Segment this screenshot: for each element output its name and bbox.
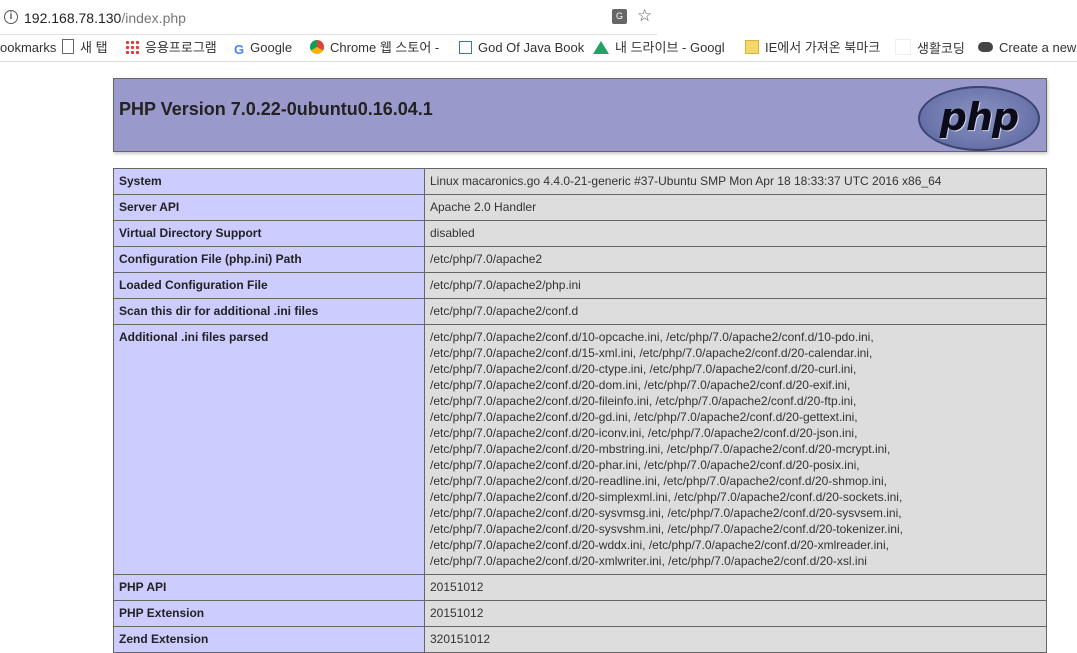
bookmark-label: IE에서 가져온 북마크 [765, 40, 881, 55]
ini-line: /etc/php/7.0/apache2/conf.d/10-opcache.i… [430, 330, 874, 344]
page-icon [62, 39, 74, 54]
bookmark-google[interactable]: G Google [234, 39, 292, 57]
php-info-table: System Linux macaronics.go 4.4.0-21-gener… [113, 168, 1047, 653]
row-key: System [113, 168, 425, 195]
row-key: Configuration File (php.ini) Path [113, 246, 425, 273]
ini-line: /etc/php/7.0/apache2/conf.d/20-gd.ini, /… [430, 410, 858, 424]
bookmark-apps[interactable]: 응용프로그램 [125, 39, 217, 57]
table-row: System Linux macaronics.go 4.4.0-21-gener… [113, 168, 1047, 195]
table-row: Scan this dir for additional .ini files /… [113, 298, 1047, 325]
ini-line: /etc/php/7.0/apache2/conf.d/20-fileinfo.… [430, 394, 857, 408]
bookmark-new-tab[interactable]: 새 탭 [62, 39, 108, 57]
row-key: Additional .ini files parsed [113, 324, 425, 575]
bookmark-label: 생활코딩 [917, 41, 965, 56]
row-key: Scan this dir for additional .ini files [113, 298, 425, 325]
ini-line: /etc/php/7.0/apache2/conf.d/20-phar.ini,… [430, 458, 860, 472]
bookmark-ie-folder[interactable]: IE에서 가져온 북마크 [745, 39, 880, 57]
row-value: 20151012 [424, 574, 1047, 601]
ini-line: /etc/php/7.0/apache2/conf.d/20-sysvmsg.i… [430, 506, 902, 520]
bookmark-create-new[interactable]: Create a new [978, 39, 1076, 57]
bookmark-label: 새 탭 [80, 40, 108, 55]
row-key: Server API [113, 194, 425, 221]
row-key: Loaded Configuration File [113, 272, 425, 299]
php-logo[interactable]: php [918, 86, 1040, 151]
row-value: Apache 2.0 Handler [424, 194, 1047, 221]
row-value: 320151012 [424, 626, 1047, 653]
ini-line: /etc/php/7.0/apache2/conf.d/20-ctype.ini… [430, 362, 857, 376]
table-row: Zend Extension 320151012 [113, 626, 1047, 653]
row-key: PHP Extension [113, 600, 425, 627]
row-value: Linux macaronics.go 4.4.0-21-generic #37… [424, 168, 1047, 195]
ini-line: /etc/php/7.0/apache2/conf.d/20-mbstring.… [430, 442, 891, 456]
bookmark-chrome-store[interactable]: Chrome 웹 스토어 - [310, 39, 439, 57]
row-value: /etc/php/7.0/apache2/conf.d [424, 298, 1047, 325]
bookmark-label: Google [250, 40, 293, 55]
row-key: Virtual Directory Support [113, 220, 425, 247]
ini-line: /etc/php/7.0/apache2/conf.d/20-sysvshm.i… [430, 522, 903, 536]
google-icon: G [234, 42, 245, 57]
url-host: 192.168.78.130 [24, 10, 122, 26]
star-icon[interactable]: ☆ [637, 6, 652, 26]
row-key: Zend Extension [113, 626, 425, 653]
bookmark-label: God Of Java Book [478, 40, 585, 55]
url-text[interactable]: 192.168.78.130/index.php [24, 10, 186, 26]
bookmark-java-book[interactable]: God Of Java Book [459, 39, 584, 57]
ini-line: /etc/php/7.0/apache2/conf.d/20-xmlwriter… [430, 554, 867, 568]
cloud-icon [978, 42, 993, 52]
address-bar[interactable]: i 192.168.78.130/index.php G ☆ [0, 0, 657, 35]
translate-icon[interactable]: G [612, 9, 627, 24]
bookmark-bookmarks[interactable]: ookmarks [0, 39, 56, 57]
bookmark-label: ookmarks [0, 40, 57, 55]
bookmark-opentutorials[interactable]: 생활코딩 [895, 39, 965, 57]
blank-icon [895, 39, 911, 55]
bookmarks-bar: ookmarks 새 탭 응용프로그램 G Google Chrome 웹 스토어… [0, 35, 1077, 62]
table-row: Virtual Directory Support disabled [113, 220, 1047, 247]
ini-line: /etc/php/7.0/apache2/conf.d/15-xml.ini, … [430, 346, 873, 360]
table-row: Additional .ini files parsed /etc/php/7.… [113, 324, 1047, 575]
table-row: Configuration File (php.ini) Path/etc/ph… [113, 246, 1047, 273]
bookmark-label: Create a new [999, 40, 1077, 55]
row-value-multiline: /etc/php/7.0/apache2/conf.d/10-opcache.i… [424, 324, 1047, 575]
book-icon [459, 41, 472, 54]
ini-line: /etc/php/7.0/apache2/conf.d/20-simplexml… [430, 490, 903, 504]
bookmark-label: 내 드라이브 - Googl [615, 40, 725, 55]
table-row: Loaded Configuration File/etc/php/7.0/ap… [113, 272, 1047, 299]
php-header: PHP Version 7.0.22-0ubuntu0.16.04.1 php [113, 78, 1047, 152]
ini-line: /etc/php/7.0/apache2/conf.d/20-readline.… [430, 474, 887, 488]
row-key: PHP API [113, 574, 425, 601]
table-row: PHP Extension 20151012 [113, 600, 1047, 627]
folder-icon [745, 40, 759, 54]
table-row: PHP API 20151012 [113, 574, 1047, 601]
row-value: /etc/php/7.0/apache2 [424, 246, 1047, 273]
apps-icon [125, 40, 139, 54]
info-icon[interactable]: i [4, 10, 18, 24]
bookmark-label: 응용프로그램 [145, 40, 217, 55]
row-value: disabled [424, 220, 1047, 247]
row-value: /etc/php/7.0/apache2/php.ini [424, 272, 1047, 299]
php-logo-text: php [939, 95, 1019, 139]
table-row: Server API Apache 2.0 Handler [113, 194, 1047, 221]
bookmark-drive[interactable]: 내 드라이브 - Googl [593, 39, 725, 57]
chrome-icon [310, 40, 324, 54]
ini-line: /etc/php/7.0/apache2/conf.d/20-iconv.ini… [430, 426, 858, 440]
ini-line: /etc/php/7.0/apache2/conf.d/20-dom.ini, … [430, 378, 851, 392]
ini-line: /etc/php/7.0/apache2/conf.d/20-wddx.ini,… [430, 538, 889, 552]
bookmark-label: Chrome 웹 스토어 - [330, 40, 440, 55]
url-path: /index.php [121, 10, 186, 26]
row-value: 20151012 [424, 600, 1047, 627]
page-title: PHP Version 7.0.22-0ubuntu0.16.04.1 [119, 99, 433, 119]
drive-icon [593, 41, 609, 54]
